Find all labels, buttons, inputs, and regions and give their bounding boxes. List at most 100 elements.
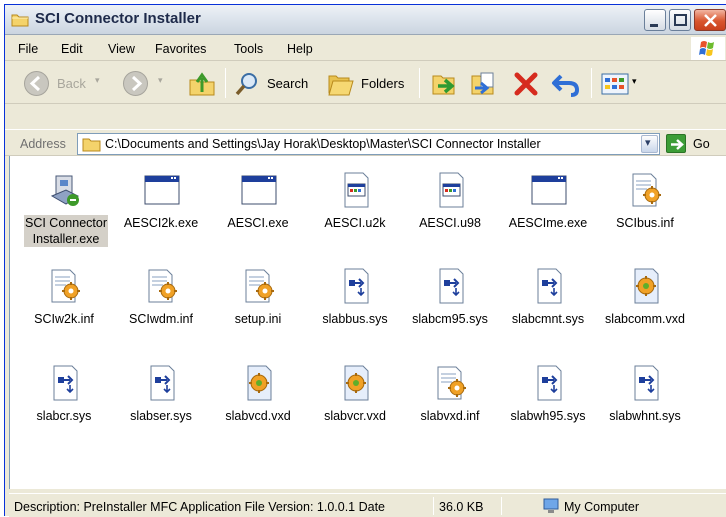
vxd-gear-icon [240, 363, 278, 403]
close-icon [704, 14, 717, 27]
toolbar-separator [225, 68, 226, 98]
sys-file-icon [432, 266, 470, 306]
toolbar-separator [419, 68, 420, 98]
file-name: slabvcr.vxd [324, 409, 386, 423]
forward-button[interactable]: ▾ [115, 68, 181, 98]
document-app-icon [432, 170, 470, 210]
folder-icon [11, 14, 29, 27]
menu-view[interactable]: View [108, 42, 135, 56]
file-item[interactable]: slabcm95.sys [402, 266, 498, 362]
undo-icon[interactable] [551, 70, 581, 98]
toolbar-separator [591, 68, 592, 98]
sys-file-icon [530, 363, 568, 403]
vxd-gear-icon [627, 266, 665, 306]
file-item[interactable]: SCIw2k.inf [16, 266, 112, 362]
folders-button[interactable]: Folders [324, 68, 412, 98]
explorer-window: SCI Connector Installer File Edit View F… [4, 4, 726, 517]
sys-file-icon [143, 363, 181, 403]
go-arrow-icon [671, 139, 684, 150]
search-icon [235, 73, 257, 96]
address-path: C:\Documents and Settings\Jay Horak\Desk… [105, 137, 541, 151]
installer-icon [46, 170, 84, 210]
file-item[interactable]: AESCI.exe [210, 170, 306, 266]
maximize-button[interactable] [669, 9, 691, 31]
windows-logo-icon [691, 37, 725, 60]
search-button[interactable]: Search [231, 68, 317, 98]
inf-gear-icon [143, 266, 181, 306]
file-list[interactable]: SCI Connector Installer.exe AESCI2k.exe AE… [9, 156, 726, 489]
file-name: slabcm95.sys [412, 312, 488, 326]
file-name: slabvcd.vxd [225, 409, 291, 423]
status-bar: Description: PreInstaller MFC Applicatio… [9, 493, 726, 517]
close-button[interactable] [694, 9, 726, 31]
file-item[interactable]: setup.ini [210, 266, 306, 362]
chevron-down-icon: ▾ [645, 136, 651, 149]
file-item[interactable]: slabvxd.inf [402, 363, 498, 459]
file-name: AESCI.u98 [419, 216, 481, 230]
file-item[interactable]: slabwh95.sys [500, 363, 596, 459]
file-name: slabwhnt.sys [609, 409, 681, 423]
address-dropdown-button[interactable]: ▾ [641, 135, 658, 153]
file-item[interactable]: slabser.sys [113, 363, 209, 459]
file-item[interactable]: AESCI.u2k [307, 170, 403, 266]
minimize-button[interactable] [644, 9, 666, 31]
views-icon [601, 73, 629, 95]
chevron-down-icon: ▾ [95, 76, 100, 86]
file-item[interactable]: AESCI2k.exe [113, 170, 209, 266]
delete-icon[interactable] [512, 71, 540, 97]
file-item[interactable]: slabvcd.vxd [210, 363, 306, 459]
copy-to-icon[interactable] [469, 70, 499, 98]
back-button[interactable]: Back ▾ [19, 68, 105, 98]
folders-label: Folders [361, 76, 405, 91]
folders-icon [328, 75, 354, 96]
document-app-icon [337, 170, 375, 210]
go-label[interactable]: Go [693, 137, 710, 151]
inf-gear-icon [240, 266, 278, 306]
menu-tools[interactable]: Tools [234, 42, 263, 56]
file-item[interactable]: SCI Connector Installer.exe [16, 170, 112, 266]
menu-bar: File Edit View Favorites Tools Help [5, 36, 726, 61]
forward-arrow-icon [123, 71, 148, 96]
address-bar: Address C:\Documents and Settings\Jay Ho… [5, 129, 726, 156]
file-name: slabwh95.sys [510, 409, 586, 423]
address-input[interactable]: C:\Documents and Settings\Jay Horak\Desk… [77, 133, 660, 155]
menu-file[interactable]: File [18, 42, 38, 56]
file-item[interactable]: slabcmnt.sys [500, 266, 596, 362]
inf-gear-icon [46, 266, 84, 306]
file-item[interactable]: slabcr.sys [16, 363, 112, 459]
window-exe-icon [240, 170, 278, 210]
file-item[interactable]: slabvcr.vxd [307, 363, 403, 459]
chevron-down-icon: ▾ [158, 76, 163, 86]
menu-help[interactable]: Help [287, 42, 313, 56]
sys-file-icon [627, 363, 665, 403]
window-exe-icon [530, 170, 568, 210]
title-bar[interactable]: SCI Connector Installer [5, 5, 726, 35]
file-item[interactable]: AESCI.u98 [402, 170, 498, 266]
maximize-icon [674, 14, 687, 26]
inf-gear-icon [627, 170, 665, 210]
menu-edit[interactable]: Edit [61, 42, 83, 56]
file-name: SCIwdm.inf [129, 312, 193, 326]
search-label: Search [267, 76, 309, 91]
move-to-icon[interactable] [430, 70, 460, 98]
file-item[interactable]: SCIwdm.inf [113, 266, 209, 362]
file-item[interactable]: slabwhnt.sys [597, 363, 693, 459]
sys-file-icon [530, 266, 568, 306]
file-item[interactable]: slabcomm.vxd [597, 266, 693, 362]
views-button[interactable]: ▾ [599, 70, 645, 98]
minimize-icon [650, 24, 658, 27]
file-item[interactable]: AESCIme.exe [500, 170, 596, 266]
status-location: My Computer [564, 500, 640, 514]
file-name: slabbus.sys [322, 312, 388, 326]
file-name: slabcmnt.sys [511, 312, 585, 326]
file-name: slabcomm.vxd [605, 312, 685, 326]
menu-favorites[interactable]: Favorites [155, 42, 206, 56]
file-item[interactable]: slabbus.sys [307, 266, 403, 362]
status-divider [501, 497, 502, 515]
up-folder-icon[interactable] [188, 72, 216, 96]
file-item[interactable]: SCIbus.inf [597, 170, 693, 266]
go-button[interactable] [666, 134, 686, 153]
address-label: Address [20, 137, 66, 151]
file-name: SCIbus.inf [616, 216, 674, 230]
folder-icon [82, 138, 101, 152]
